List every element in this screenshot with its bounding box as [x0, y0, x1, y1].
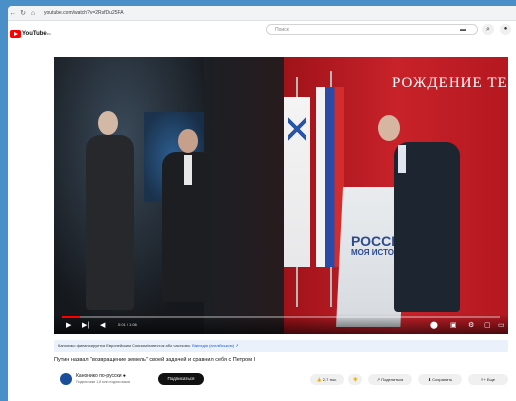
youtube-play-icon: [10, 30, 21, 38]
subscribe-button[interactable]: Подписаться: [158, 373, 204, 385]
browser-toolbar: ← ↻ ⌂ youtube.com/watch?v=2RsfDu25FA: [8, 6, 516, 21]
search-input[interactable]: Поиск: [266, 24, 478, 35]
person-left-head: [98, 111, 118, 135]
more-label: Еще: [486, 377, 495, 382]
dislike-button[interactable]: 👎: [348, 374, 362, 385]
channel-name[interactable]: Канонико по-русски ●: [76, 373, 126, 379]
naval-flag: [284, 97, 310, 267]
person-left: [86, 135, 134, 310]
progress-bar[interactable]: [62, 316, 500, 318]
next-icon[interactable]: ▶|: [82, 321, 89, 329]
presidential-flag: [316, 87, 344, 267]
save-label: Сохранить: [432, 377, 453, 382]
like-count: 2,7 тыс.: [322, 377, 338, 382]
logo-text: YouTube: [22, 31, 47, 37]
notice-link[interactable]: Вікіпедія (англійською) ↗: [192, 343, 239, 348]
theater-icon[interactable]: ▭: [498, 321, 505, 329]
notice-text: Канонико финансируется Европейским Союзо…: [58, 343, 193, 348]
share-label: Поделиться: [381, 377, 404, 382]
address-bar[interactable]: youtube.com/watch?v=2RsfDu25FA: [44, 10, 124, 16]
person-right-head: [378, 115, 400, 141]
like-button[interactable]: 👍 2,7 тыс.: [310, 374, 344, 385]
keyboard-icon[interactable]: ▬: [460, 27, 466, 33]
info-notice: Канонико финансируется Европейским Союзо…: [54, 340, 508, 352]
back-icon[interactable]: ←: [8, 10, 18, 17]
person-right-shirt: [398, 145, 406, 173]
person-middle-head: [178, 129, 198, 153]
miniplayer-icon[interactable]: ▢: [484, 321, 491, 329]
banner-text: РОЖДЕНИЕ ТЕ: [392, 75, 508, 91]
time-display: 0:01 / 1:06: [118, 322, 137, 327]
video-player[interactable]: РОЖДЕНИЕ ТЕ РОССИЯ МОЯ ИСТОРИЯ: [54, 57, 508, 334]
more-button[interactable]: ≡+ Еще: [468, 374, 508, 385]
share-button[interactable]: ↗ Поделиться: [368, 374, 412, 385]
subtitles-icon[interactable]: ▣: [450, 321, 457, 329]
settings-icon[interactable]: ⚙: [468, 321, 474, 329]
person-middle-shirt: [184, 155, 192, 185]
youtube-logo[interactable]: YouTube RU: [10, 30, 51, 38]
play-icon[interactable]: ▶: [66, 321, 71, 329]
channel-avatar[interactable]: [60, 373, 72, 385]
save-button[interactable]: ⬇ Сохранить: [418, 374, 462, 385]
microphone-icon[interactable]: ●: [500, 24, 511, 35]
autoplay-toggle-icon[interactable]: ⬤: [430, 321, 438, 329]
volume-icon[interactable]: ◀: [100, 321, 105, 329]
refresh-icon[interactable]: ↻: [18, 9, 28, 17]
progress-fill: [62, 316, 80, 318]
logo-region: RU: [46, 32, 52, 36]
channel-subscribers: Подписчики 1,8 млн подписчиков: [76, 380, 130, 384]
video-title: Путин назвал "возвращение земель" своей …: [54, 357, 256, 363]
home-icon[interactable]: ⌂: [28, 10, 38, 17]
search-icon[interactable]: ⌕: [482, 24, 494, 35]
player-controls: ▶ ▶| ◀ 0:01 / 1:06 ⬤ ▣ ⚙ ▢ ▭: [54, 314, 508, 334]
